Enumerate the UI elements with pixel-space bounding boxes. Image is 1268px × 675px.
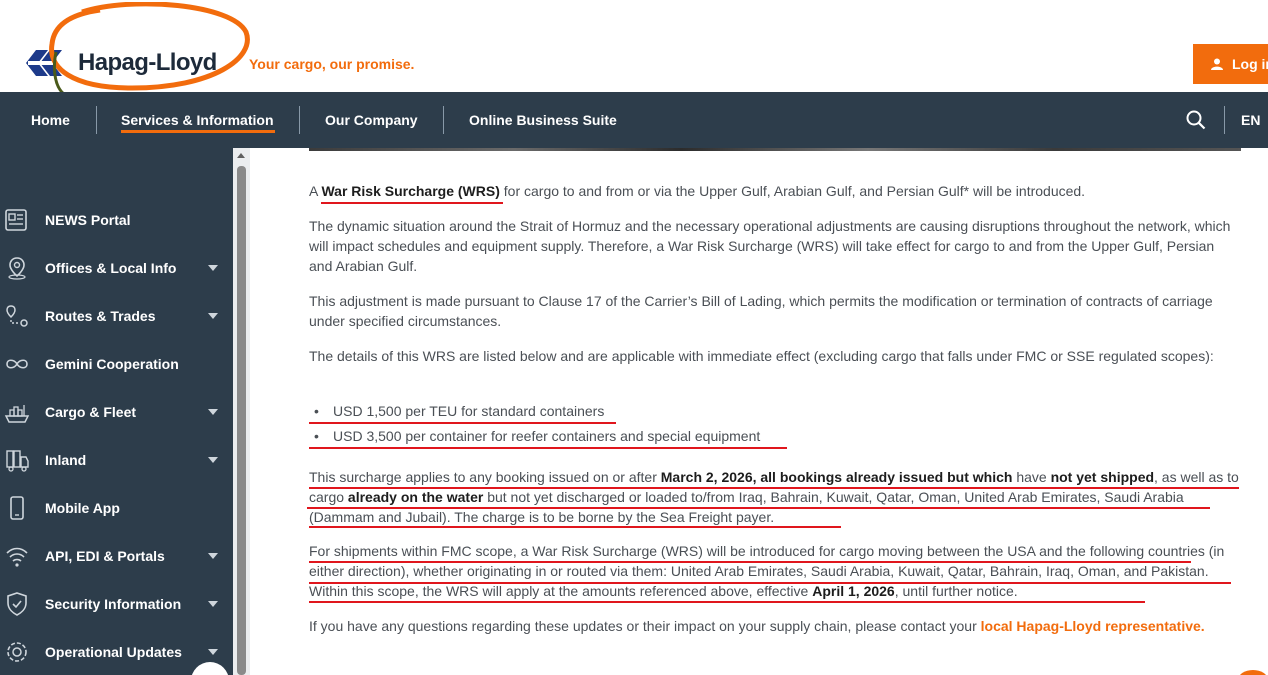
list-item: • USD 1,500 per TEU for standard containe… — [314, 403, 605, 419]
chevron-down-icon[interactable] — [208, 313, 218, 319]
local-representative-link[interactable]: local Hapag-Lloyd representative. — [981, 618, 1205, 634]
nav-services-information[interactable]: Services & Information — [121, 92, 274, 148]
sidebar-item-label: Operational Updates — [45, 644, 182, 660]
sidebar-item-mobile-app[interactable]: Mobile App — [0, 484, 233, 532]
sidebar-item-offices-local-info[interactable]: Offices & Local Info — [0, 244, 233, 292]
site-header: Hapag-Lloyd Your cargo, our promise. Log… — [0, 0, 1268, 94]
brand-tagline: Your cargo, our promise. — [249, 56, 415, 72]
annotation-underline — [309, 582, 1231, 584]
sidebar-item-security-information[interactable]: Security Information — [0, 580, 233, 628]
nav-divider — [443, 106, 444, 134]
annotation-underline — [309, 422, 616, 424]
sidebar-item-label: API, EDI & Portals — [45, 548, 165, 564]
nav-divider — [96, 106, 97, 134]
gear-globe-icon — [7, 642, 27, 662]
nav-our-company[interactable]: Our Company — [325, 92, 418, 148]
sidebar-item-label: Mobile App — [45, 500, 120, 516]
article-paragraph: This adjustment is made pursuant to Clau… — [309, 293, 1213, 329]
hero-image — [309, 148, 1241, 151]
truck-icon — [6, 450, 29, 472]
article-paragraph: The details of this WRS are listed below… — [309, 348, 1214, 364]
page: Hapag-Lloyd Your cargo, our promise. Log… — [0, 0, 1268, 675]
sidebar-item-routes-trades[interactable]: Routes & Trades — [0, 292, 233, 340]
article-paragraph: A War Risk Surcharge (WRS) for cargo to … — [309, 183, 1086, 199]
annotation-underline — [309, 561, 1191, 563]
sidebar-item-label: NEWS Portal — [45, 212, 131, 228]
brand-logo[interactable]: Hapag-Lloyd — [24, 48, 217, 78]
annotation-underline — [321, 202, 503, 204]
user-icon — [1211, 58, 1223, 70]
nav-home[interactable]: Home — [31, 92, 70, 148]
article-paragraph: If you have any questions regarding thes… — [309, 618, 1205, 634]
sidebar-item-inland[interactable]: Inland — [0, 436, 233, 484]
chevron-down-icon[interactable] — [208, 409, 218, 415]
sidebar-item-label: Routes & Trades — [45, 308, 156, 324]
brand-name: Hapag-Lloyd — [78, 49, 217, 76]
chevron-down-icon[interactable] — [208, 601, 218, 607]
annotation-underline — [307, 507, 1210, 509]
sidebar-item-gemini-cooperation[interactable]: Gemini Cooperation — [0, 340, 233, 388]
nav-divider — [1224, 106, 1225, 134]
chevron-down-icon[interactable] — [208, 649, 218, 655]
annotation-underline — [309, 526, 841, 528]
sidebar-item-cargo-fleet[interactable]: Cargo & Fleet — [0, 388, 233, 436]
chevron-down-icon[interactable] — [208, 553, 218, 559]
nav-divider — [299, 106, 300, 134]
chevron-down-icon[interactable] — [208, 457, 218, 463]
search-icon[interactable] — [1186, 110, 1206, 130]
route-icon — [6, 305, 28, 327]
login-button[interactable]: Log in — [1193, 44, 1268, 84]
annotation-underline — [309, 487, 1239, 489]
infinity-icon — [6, 359, 28, 369]
sidebar-item-news-portal[interactable]: NEWS Portal — [0, 196, 233, 244]
sidebar-item-api-edi-portals[interactable]: API, EDI & Portals — [0, 532, 233, 580]
article-paragraph: This surcharge applies to any booking is… — [309, 469, 1239, 525]
news-icon — [5, 209, 27, 231]
sidebar-item-label: Cargo & Fleet — [45, 404, 137, 420]
nav-online-business-suite[interactable]: Online Business Suite — [469, 92, 617, 148]
ship-icon — [4, 405, 30, 423]
annotation-underline — [309, 601, 1145, 603]
sidebar-item-label: Security Information — [45, 596, 182, 612]
nav-active-indicator — [121, 130, 275, 133]
phone-icon — [10, 496, 24, 520]
article-paragraph: The dynamic situation around the Strait … — [309, 218, 1231, 274]
list-item: • USD 3,500 per container for reefer cont… — [314, 428, 761, 444]
shield-icon — [7, 592, 27, 616]
scrollbar-thumb[interactable] — [237, 166, 246, 675]
annotation-underline — [309, 447, 787, 449]
sidebar-item-label: Inland — [45, 452, 87, 468]
sidebar-item-label: Offices & Local Info — [45, 260, 177, 276]
wifi-icon — [6, 547, 28, 567]
sidebar-item-label: Gemini Cooperation — [45, 356, 179, 372]
login-label: Log in — [1232, 56, 1268, 72]
scroll-up-arrow-icon[interactable] — [237, 153, 245, 158]
article-paragraph: For shipments within FMC scope, a War Ri… — [309, 543, 1225, 599]
hapag-lloyd-logo-icon — [26, 50, 62, 76]
location-pin-icon — [8, 257, 26, 280]
language-selector[interactable]: EN — [1241, 92, 1260, 148]
chevron-down-icon[interactable] — [208, 265, 218, 271]
